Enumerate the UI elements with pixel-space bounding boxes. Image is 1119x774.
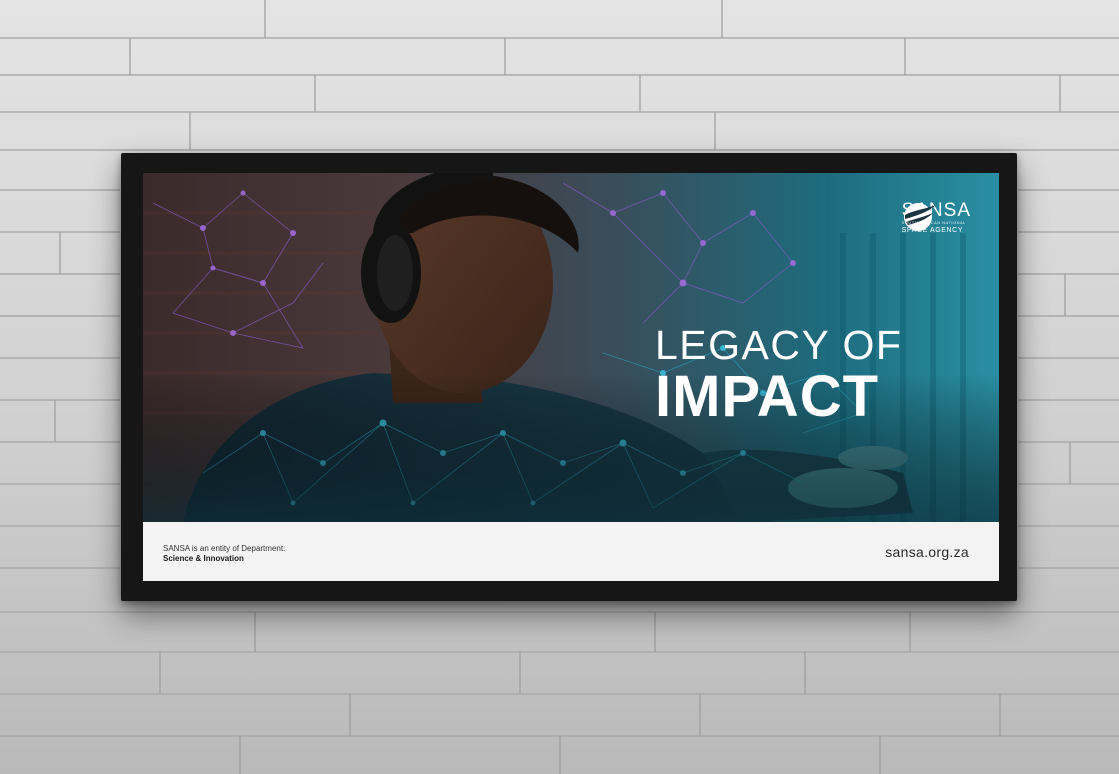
entity-statement: SANSA is an entity of Department: Scienc… bbox=[163, 544, 285, 564]
poster: SANSA SOUTH AFRICAN NATIONAL SPACE AGENC… bbox=[143, 173, 999, 581]
brand-subtitle: SOUTH AFRICAN NATIONAL bbox=[901, 220, 966, 225]
headline-line-2: IMPACT bbox=[655, 364, 880, 429]
website-url: sansa.org.za bbox=[885, 544, 969, 560]
headline: LEGACY OF IMPACT bbox=[655, 325, 902, 426]
sansa-logo: SANSA SOUTH AFRICAN NATIONAL SPACE AGENC… bbox=[902, 201, 971, 235]
poster-frame: SANSA SOUTH AFRICAN NATIONAL SPACE AGENC… bbox=[121, 153, 1017, 601]
entity-line-1: SANSA is an entity of Department: bbox=[163, 544, 286, 553]
headline-line-1: LEGACY OF bbox=[655, 322, 903, 368]
poster-photo: SANSA SOUTH AFRICAN NATIONAL SPACE AGENC… bbox=[143, 173, 999, 522]
entity-line-2: Science & Innovation bbox=[163, 554, 244, 563]
poster-footer: SANSA is an entity of Department: Scienc… bbox=[143, 522, 999, 581]
sansa-swoosh-icon bbox=[903, 203, 936, 231]
